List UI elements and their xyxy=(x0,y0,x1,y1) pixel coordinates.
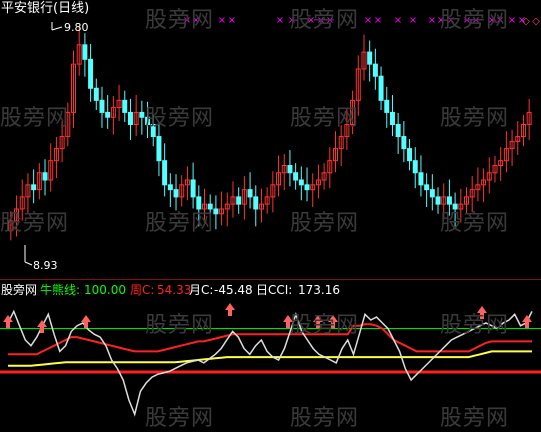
watermark: 股旁网 xyxy=(145,406,215,431)
diamond-marker-icon: ◇ xyxy=(532,16,540,27)
watermark: 股旁网 xyxy=(145,211,215,236)
signal-marker-icon: × xyxy=(228,15,236,26)
up-arrow-icon xyxy=(84,322,88,328)
candle-body xyxy=(167,184,173,191)
candle-body xyxy=(236,196,242,205)
signal-marker-icon: × xyxy=(508,15,516,26)
signal-marker-icon: × xyxy=(364,15,372,26)
candle-body xyxy=(42,172,48,181)
watermark: 股旁网 xyxy=(440,8,510,33)
watermark: 股旁网 xyxy=(145,106,215,131)
candle-body xyxy=(127,111,133,125)
day-value: 173.16 xyxy=(298,283,340,297)
up-arrow-icon xyxy=(81,315,91,322)
watermark: 股旁网 xyxy=(290,211,360,236)
up-arrow-icon xyxy=(525,322,529,328)
watermark: 股旁网 xyxy=(290,106,360,131)
candle-body xyxy=(372,63,378,77)
candle-body xyxy=(122,99,128,113)
watermark: 股旁网 xyxy=(145,313,215,338)
candle-body xyxy=(99,99,105,113)
watermark: 股旁网 xyxy=(290,406,360,431)
watermark: 股旁网 xyxy=(290,8,360,33)
candle-body xyxy=(429,189,435,198)
up-arrow-icon xyxy=(225,303,235,310)
week-value: 54.33 xyxy=(157,283,192,297)
max-pointer-line xyxy=(51,26,63,31)
watermark: 股旁网 xyxy=(0,106,70,131)
candle-body xyxy=(173,189,179,198)
week-label: 周C: xyxy=(130,283,155,297)
up-arrow-icon xyxy=(522,315,532,322)
candle-body xyxy=(389,111,395,125)
candle-body xyxy=(367,51,373,65)
watermark: 股旁网 xyxy=(145,8,215,33)
candle-body xyxy=(435,196,441,205)
candle-body xyxy=(139,111,145,118)
candle-body xyxy=(384,99,390,113)
watermark: 股旁网 xyxy=(440,211,510,236)
candle-body xyxy=(31,184,37,191)
candle-body xyxy=(213,208,219,215)
candle-body xyxy=(418,172,424,186)
min-price-label: 8.93 xyxy=(33,259,58,272)
candle-body xyxy=(93,87,99,101)
watermark: 股旁网 xyxy=(290,313,360,338)
candle-body xyxy=(88,58,94,89)
candle-body xyxy=(162,160,168,186)
candle-body xyxy=(247,189,253,198)
day-label: 日CCI: xyxy=(256,283,293,297)
indicator-name: 股旁网 xyxy=(1,283,38,297)
watermark: 股旁网 xyxy=(0,211,70,236)
signal-marker-icon: × xyxy=(428,15,436,26)
candle-body xyxy=(82,44,88,60)
candle-body xyxy=(407,148,413,162)
candle-body xyxy=(401,136,407,150)
watermark: 股旁网 xyxy=(440,406,510,431)
candle-body xyxy=(395,123,401,138)
signal-marker-icon: × xyxy=(409,15,417,26)
bull-line-label: 牛熊线: xyxy=(40,283,81,297)
candle-body xyxy=(156,136,162,162)
candle-body xyxy=(253,196,259,210)
max-price-label: 9.80 xyxy=(64,21,89,34)
month-value: -45.48 xyxy=(214,283,253,297)
bull-line-value: 100.00 xyxy=(84,283,126,297)
watermark: 股旁网 xyxy=(440,313,510,338)
diamond-marker-icon: ◇ xyxy=(522,16,530,27)
candle-body xyxy=(287,165,293,174)
candle-body xyxy=(424,184,430,191)
candle-body xyxy=(378,75,384,101)
signal-marker-icon: × xyxy=(276,15,284,26)
watermark: 股旁网 xyxy=(440,106,510,131)
candle-body xyxy=(298,179,304,186)
candle-body xyxy=(412,160,418,174)
up-arrow-icon xyxy=(6,322,10,328)
candle-body xyxy=(190,179,196,198)
candle-body xyxy=(293,172,299,181)
candle-body xyxy=(105,111,111,118)
candle-body xyxy=(446,196,452,205)
candle-body xyxy=(304,184,310,191)
month-label: 月C: xyxy=(189,283,214,297)
chart-title: 平安银行(日线) xyxy=(1,1,90,16)
panel-divider xyxy=(0,279,541,280)
min-pointer-line xyxy=(24,261,33,266)
up-arrow-icon xyxy=(228,310,232,316)
signal-marker-icon: × xyxy=(374,15,382,26)
signal-marker-icon: × xyxy=(218,15,226,26)
signal-marker-icon: × xyxy=(394,15,402,26)
up-arrow-icon xyxy=(40,327,44,333)
